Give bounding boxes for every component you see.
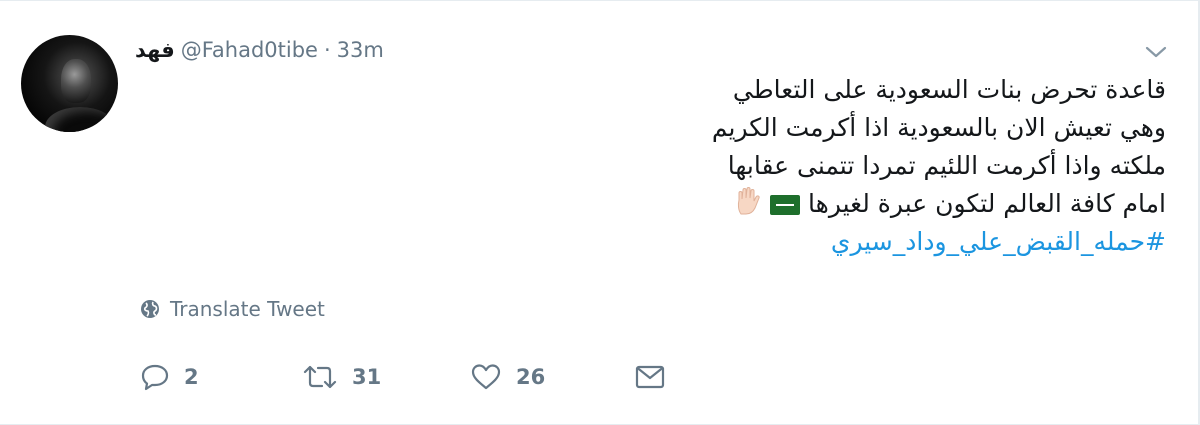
globe-icon [141,300,159,318]
retweet-button[interactable]: 31 [302,357,381,397]
tweet-timestamp[interactable]: 33m [337,38,384,62]
raised-hand-emoji [737,187,760,215]
retweet-icon [303,365,337,389]
avatar-shoulder [45,107,115,132]
user-handle[interactable]: @Fahad0tibe [181,38,318,62]
reply-icon [141,364,169,391]
tweet-text-line: وهي تعيش الان بالسعودية اذا أكرمت الكريم [711,113,1166,142]
heart-icon [471,364,501,390]
tweet-card: فهد @Fahad0tibe · 33m قاعدة تحرض بنات ال… [0,0,1200,425]
tweet-text-line: قاعدة تحرض بنات السعودية على التعاطي [732,75,1166,104]
retweet-count: 31 [352,365,382,389]
reply-button[interactable]: 2 [140,357,199,397]
header-separator: · [323,38,331,62]
hashtag-link[interactable]: #حمله_القبض_علي_وداد_سيري [831,227,1166,256]
tweet-actions: 2 31 26 [140,357,700,397]
display-name[interactable]: فهد [135,38,175,62]
envelope-icon [635,365,665,389]
reply-count: 2 [184,365,199,389]
translate-label: Translate Tweet [170,297,325,321]
tweet-text-segment: امام كافة العالم لتكون عبرة لغيرها [808,189,1166,218]
like-count: 26 [516,365,546,389]
saudi-flag-emoji [770,195,801,215]
direct-message-button[interactable] [634,357,666,397]
like-button[interactable]: 26 [470,357,545,397]
translate-tweet-button[interactable]: Translate Tweet [140,297,325,321]
tweet-text: قاعدة تحرض بنات السعودية على التعاطي وهي… [466,71,1166,261]
chevron-down-icon[interactable] [1143,41,1169,63]
tweet-text-line: ملكته واذا أكرمت اللئيم تمردا تتمنى عقاب… [727,151,1166,180]
avatar[interactable] [21,35,118,132]
hashtag-line: #حمله_القبض_علي_وداد_سيري [466,223,1166,261]
tweet-header: فهد @Fahad0tibe · 33m [135,35,384,65]
tweet-text-line: امام كافة العالم لتكون عبرة لغيرها [466,185,1166,223]
avatar-face [61,59,91,103]
